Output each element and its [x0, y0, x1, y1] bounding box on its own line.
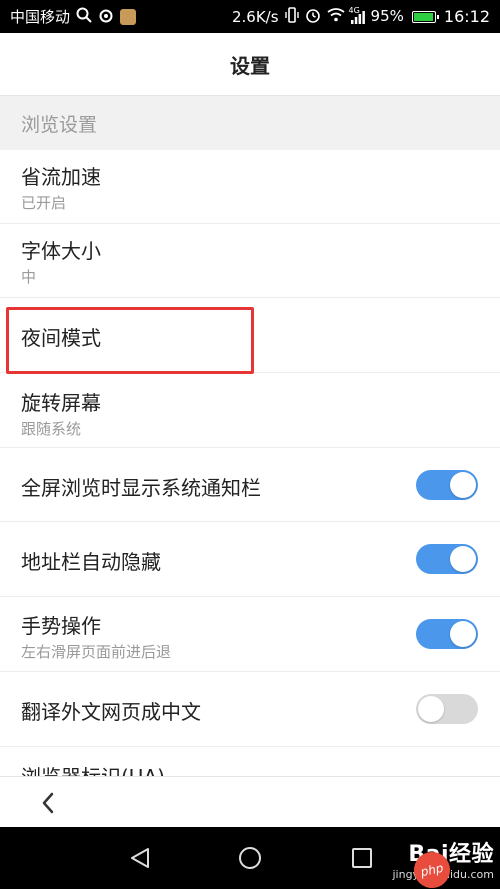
setting-auto-hide-addressbar[interactable]: 地址栏自动隐藏 — [0, 522, 500, 597]
weibo-icon — [98, 7, 114, 27]
wifi-icon — [327, 7, 345, 26]
carrier-label: 中国移动 — [10, 8, 71, 26]
setting-title: 省流加速 — [21, 165, 101, 189]
square-recent-icon — [352, 848, 372, 868]
triangle-back-icon — [131, 848, 149, 868]
chevron-left-icon — [42, 792, 54, 814]
setting-night-mode[interactable]: 夜间模式 — [0, 298, 500, 373]
toggle-knob — [450, 472, 476, 498]
toggle-knob — [418, 696, 444, 722]
setting-fullscreen-notification[interactable]: 全屏浏览时显示系统通知栏 — [0, 448, 500, 522]
section-header: 浏览设置 — [0, 96, 500, 150]
battery-fill — [413, 12, 433, 21]
setting-data-saver[interactable]: 省流加速 已开启 — [0, 150, 500, 224]
setting-subtitle: 中 — [21, 268, 37, 286]
page-title: 设置 — [230, 53, 270, 78]
setting-subtitle: 已开启 — [21, 194, 67, 212]
circle-home-icon — [239, 847, 261, 869]
setting-translate-pages[interactable]: 翻译外文网页成中文 — [0, 672, 500, 747]
nav-recent-button[interactable] — [347, 843, 377, 873]
setting-title: 翻译外文网页成中文 — [21, 700, 201, 724]
setting-title: 全屏浏览时显示系统通知栏 — [21, 476, 261, 500]
battery-icon — [411, 10, 439, 23]
setting-title: 手势操作 — [21, 614, 101, 638]
nav-back-button[interactable] — [125, 843, 155, 873]
toggle-switch[interactable] — [416, 694, 478, 724]
setting-title: 地址栏自动隐藏 — [21, 550, 161, 574]
setting-subtitle: 跟随系统 — [21, 420, 82, 438]
setting-font-size[interactable]: 字体大小 中 — [0, 224, 500, 298]
toggle-switch[interactable] — [416, 619, 478, 649]
settings-list[interactable]: 省流加速 已开启 字体大小 中 夜间模式 旋转屏幕 跟随系统 全屏浏览时显示系统… — [0, 150, 500, 776]
toggle-knob — [450, 621, 476, 647]
status-bar: 中国移动 2.6K/s 4G 95% 16:12 — [0, 0, 500, 33]
setting-title: 浏览器标识(UA) — [21, 761, 165, 776]
alarm-icon — [305, 7, 321, 27]
bottom-toolbar — [0, 776, 500, 827]
back-button[interactable] — [30, 785, 66, 821]
vibrate-icon — [284, 6, 299, 27]
battery-cap — [436, 14, 439, 19]
setting-user-agent[interactable]: 浏览器标识(UA) — [0, 747, 500, 776]
battery-percent: 95% — [370, 7, 404, 25]
network-speed: 2.6K/s — [231, 7, 279, 26]
setting-title: 字体大小 — [21, 239, 101, 263]
nav-home-button[interactable] — [235, 843, 265, 873]
toggle-switch[interactable] — [416, 470, 478, 500]
setting-gestures[interactable]: 手势操作 左右滑屏页面前进后退 — [0, 597, 500, 672]
signal-icon: 4G — [349, 6, 365, 24]
setting-rotate-screen[interactable]: 旋转屏幕 跟随系统 — [0, 373, 500, 448]
network-type: 4G — [348, 5, 360, 15]
clock: 16:12 — [443, 7, 490, 26]
toggle-switch[interactable] — [416, 544, 478, 574]
setting-title: 夜间模式 — [21, 326, 101, 350]
search-icon — [76, 7, 92, 27]
setting-title: 旋转屏幕 — [21, 391, 101, 415]
title-bar: 设置 — [0, 33, 500, 96]
toggle-knob — [450, 546, 476, 572]
app-notification-icon — [120, 8, 137, 25]
setting-subtitle: 左右滑屏页面前进后退 — [21, 643, 172, 661]
